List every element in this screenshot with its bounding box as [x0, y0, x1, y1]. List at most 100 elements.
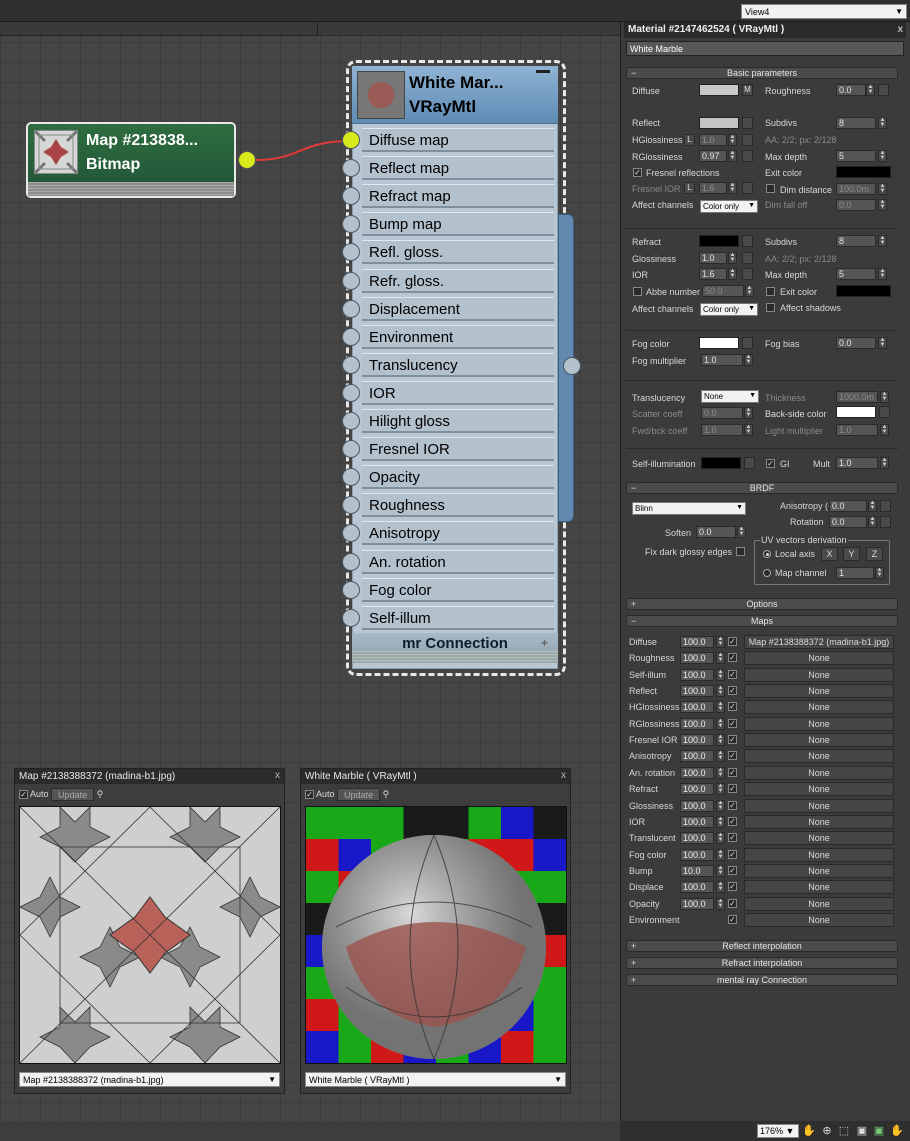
light-multiplier-spinner[interactable]: 1.0	[836, 424, 878, 436]
map-amount-spinner[interactable]: 100.0	[680, 685, 714, 698]
brdf-type-dropdown[interactable]: Blinn ▼	[632, 502, 746, 515]
rotation-map-button[interactable]	[880, 516, 891, 528]
map-slot-button[interactable]: None	[744, 912, 894, 927]
zoom-selected-icon[interactable]: ▣	[872, 1124, 886, 1138]
rglossiness-spinner[interactable]: 0.97	[699, 150, 727, 162]
dim-distance-checkbox[interactable]	[766, 184, 775, 193]
spinner-arrows-icon[interactable]: ▲ ▼	[878, 183, 887, 195]
spinner-arrows-icon[interactable]: ▲ ▼	[716, 636, 725, 648]
thickness-spinner[interactable]: 1000.0m	[836, 391, 878, 403]
material-preview-dropdown[interactable]: White Marble ( VRayMtl ) ▼	[305, 1072, 566, 1087]
spinner-arrows-icon[interactable]: ▲ ▼	[878, 337, 887, 349]
map-slot-button[interactable]: None	[744, 880, 894, 895]
spinner-arrows-icon[interactable]: ▲ ▼	[868, 500, 877, 512]
diffuse-map-button[interactable]: M	[742, 84, 753, 96]
map-enable-checkbox[interactable]: ✓	[728, 914, 737, 924]
close-icon[interactable]: x	[561, 770, 566, 781]
spinner-arrows-icon[interactable]: ▲ ▼	[880, 457, 889, 469]
map-slot-button[interactable]: None	[744, 765, 894, 780]
map-enable-checkbox[interactable]: ✓	[728, 637, 737, 646]
refract-map-button[interactable]	[742, 235, 753, 247]
hglossiness-spinner[interactable]: 1.0	[699, 134, 727, 146]
self-illumination-swatch[interactable]	[701, 457, 741, 469]
material-slot-socket[interactable]	[342, 355, 360, 374]
map-enable-checkbox[interactable]: ✓	[728, 865, 737, 875]
ior-spinner[interactable]: 1.6	[699, 268, 727, 280]
material-slot-row[interactable]: Anisotropy	[362, 521, 554, 546]
refract-exit-color-swatch[interactable]	[836, 285, 891, 297]
material-slot-row[interactable]: Fresnel IOR	[362, 437, 554, 462]
zoom-region-icon[interactable]: ⬚	[837, 1124, 851, 1138]
mr-connection-footer[interactable]: mr Connection +	[352, 633, 558, 663]
spinner-arrows-icon[interactable]: ▲ ▼	[880, 424, 889, 436]
rollout-mental-ray-connection[interactable]: + mental ray Connection	[626, 974, 898, 986]
map-slot-button[interactable]: None	[744, 651, 894, 666]
spinner-arrows-icon[interactable]: ▲ ▼	[716, 815, 725, 828]
z-axis-button[interactable]: Z	[866, 547, 883, 561]
refract-affect-channels-dropdown[interactable]: Color only ▼	[700, 303, 758, 316]
translucency-dropdown[interactable]: None ▼	[701, 390, 759, 403]
refract-color-swatch[interactable]	[699, 235, 739, 247]
fog-multiplier-spinner[interactable]: 1.0	[701, 354, 743, 366]
zoom-icon[interactable]: ⊕	[820, 1124, 834, 1138]
roughness-spinner[interactable]: 0.0	[836, 84, 866, 96]
spinner-arrows-icon[interactable]: ▲ ▼	[878, 268, 887, 280]
material-slot-row[interactable]: Roughness	[362, 493, 554, 518]
rollout-maps[interactable]: − Maps	[626, 615, 898, 627]
fog-bias-spinner[interactable]: 0.0	[836, 337, 876, 349]
spinner-arrows-icon[interactable]: ▲ ▼	[744, 407, 753, 419]
map-preview-dropdown[interactable]: Map #2138388372 (madina-b1.jpg) ▼	[19, 1072, 280, 1087]
rollout-reflect-interpolation[interactable]: + Reflect interpolation	[626, 940, 898, 952]
map-amount-spinner[interactable]: 100.0	[680, 636, 714, 648]
map-amount-spinner[interactable]: 100.0	[680, 717, 714, 730]
material-slot-socket[interactable]	[342, 327, 360, 346]
map-slot-button[interactable]: None	[744, 814, 894, 829]
fog-color-map-button[interactable]	[742, 337, 753, 349]
material-slot-socket[interactable]	[342, 580, 360, 599]
material-slot-row[interactable]: Self-illum	[362, 605, 554, 630]
map-channel-spinner[interactable]: 1	[836, 567, 874, 579]
map-slot-button[interactable]: None	[744, 700, 894, 715]
spinner-arrows-icon[interactable]: ▲ ▼	[728, 150, 737, 162]
spinner-arrows-icon[interactable]: ▲ ▼	[716, 668, 725, 681]
material-slot-row[interactable]: IOR	[362, 380, 554, 405]
lock-button[interactable]: L	[684, 134, 695, 146]
pin-icon[interactable]: ⚲	[97, 789, 104, 799]
map-slot-button[interactable]: Map #2138388372 (madina-b1.jpg)	[744, 635, 894, 649]
map-channel-radio[interactable]	[763, 569, 771, 577]
map-enable-checkbox[interactable]: ✓	[728, 702, 737, 712]
spinner-arrows-icon[interactable]: ▲ ▼	[716, 701, 725, 714]
spinner-arrows-icon[interactable]: ▲ ▼	[716, 832, 725, 845]
map-preview-window[interactable]: Map #2138388372 (madina-b1.jpg) x ✓ Auto…	[14, 768, 285, 1094]
material-slot-socket[interactable]	[342, 383, 360, 402]
abbe-checkbox[interactable]	[633, 287, 642, 296]
material-slot-socket[interactable]	[342, 552, 360, 571]
map-slot-button[interactable]: None	[744, 667, 894, 682]
spinner-arrows-icon[interactable]: ▲ ▼	[875, 567, 884, 579]
glossiness-spinner[interactable]: 1.0	[699, 252, 727, 264]
rollout-options[interactable]: + Options	[626, 598, 898, 610]
max-depth-spinner[interactable]: 5	[836, 150, 876, 162]
refract-max-depth-spinner[interactable]: 5	[836, 268, 876, 280]
map-enable-checkbox[interactable]: ✓	[728, 784, 737, 794]
glossiness-map-button[interactable]	[742, 252, 753, 264]
map-slot-button[interactable]: None	[744, 716, 894, 731]
dim-falloff-spinner[interactable]: 0.0	[836, 199, 876, 211]
zoom-dropdown[interactable]: 176% ▼	[757, 1124, 799, 1138]
zoom-extents-icon[interactable]: ▣	[855, 1124, 869, 1138]
map-slot-button[interactable]: None	[744, 684, 894, 699]
map-enable-checkbox[interactable]: ✓	[728, 800, 737, 810]
spinner-arrows-icon[interactable]: ▲ ▼	[716, 897, 725, 910]
close-icon[interactable]: x	[897, 24, 903, 35]
material-slot-row[interactable]: Opacity	[362, 465, 554, 490]
subdivs-spinner[interactable]: 8	[836, 117, 876, 129]
fog-color-swatch[interactable]	[699, 337, 739, 349]
map-amount-spinner[interactable]: 100.0	[680, 734, 714, 747]
map-slot-button[interactable]: None	[744, 749, 894, 764]
diffuse-color-swatch[interactable]	[699, 84, 739, 96]
material-node-header[interactable]: White Mar... VRayMtl	[352, 66, 558, 124]
spinner-arrows-icon[interactable]: ▲ ▼	[745, 285, 754, 297]
anisotropy-spinner[interactable]: 0.0	[829, 500, 867, 512]
spinner-arrows-icon[interactable]: ▲ ▼	[868, 516, 877, 528]
map-enable-checkbox[interactable]: ✓	[728, 882, 737, 892]
